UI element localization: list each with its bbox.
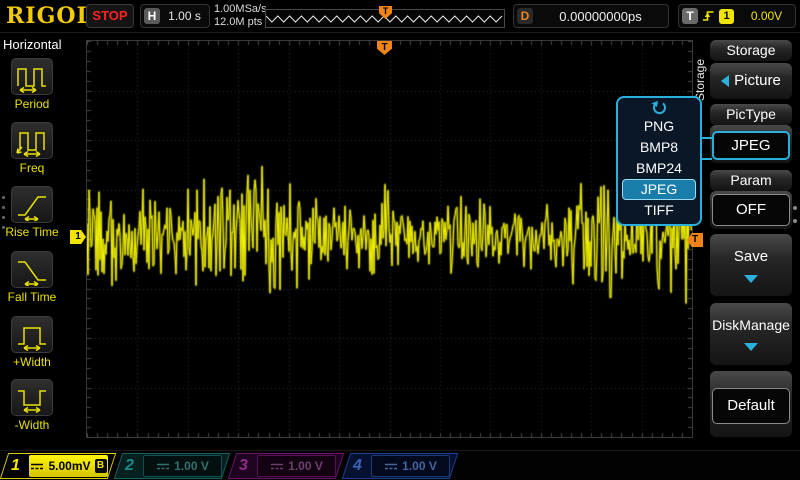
dc-coupling-icon [384,462,398,471]
measure-item-fall[interactable]: Fall Time [0,251,64,304]
measure-item-pwidth[interactable]: +Width [0,316,64,369]
pictype-header: PicType [710,104,792,125]
diskmanage-button[interactable]: DiskManage [710,303,792,365]
measure-item-period[interactable]: Period [0,58,64,111]
param-header: Param [710,170,792,191]
bandwidth-limit-badge: B [95,459,107,473]
channel-number: 1 [11,457,20,475]
oscilloscope-screen: RIGOL STOP H 1.00 s 1.00MSa/s 12.0M pts … [0,0,800,480]
pictype-popup: PNGBMP8BMP24JPEGTIFF [616,96,702,226]
down-arrow-icon [744,275,758,283]
measure-item-label: Fall Time [0,290,64,304]
pictype-option-jpeg[interactable]: JPEG [622,179,696,200]
channel-4-indicator[interactable]: 4 1.00 V [342,453,458,479]
channel-number: 2 [125,457,134,475]
pictype-option-tiff[interactable]: TIFF [618,200,700,221]
h-badge: H [144,8,160,24]
pictype-option-png[interactable]: PNG [618,116,700,137]
memory-depth: 12.0M pts [214,16,267,29]
channel-number: 4 [353,457,362,475]
acquisition-info: 1.00MSa/s 12.0M pts [214,3,267,29]
pictype-option-bmp8[interactable]: BMP8 [618,137,700,158]
save-button[interactable]: Save [710,234,792,296]
period-icon[interactable] [11,58,53,95]
channel-1-indicator[interactable]: 1 5.00mV B [0,453,116,479]
storage-menu-title: Storage [710,40,792,61]
pictype-value-button[interactable]: JPEG [712,131,790,160]
measure-item-label: +Width [0,355,64,369]
trigger-info-box[interactable]: T 1 0.00V [678,4,796,28]
measure-item-label: Freq [0,161,64,175]
graticule-display [86,40,693,438]
minus-width-icon[interactable] [11,379,53,416]
rotate-ccw-icon [618,98,700,116]
measure-menu: Horizontal Period Freq Rise Time Fall Time +… [0,33,64,450]
pictype-option-bmp24[interactable]: BMP24 [618,158,700,179]
delay-badge: D [517,8,533,24]
down-arrow-icon [744,343,758,351]
trigger-source-badge: 1 [719,9,734,24]
horizontal-timebase-box[interactable]: H 1.00 s [140,4,210,28]
channel-status-bar: 1 5.00mV B 2 1.00 V 3 1.00 V 4 1.00 V [0,450,800,480]
channel-volts-per-div: 5.00mV [48,459,90,473]
channel-number: 3 [239,457,248,475]
channel1-offset-marker[interactable]: 1 [70,230,86,244]
storage-menu-page-dots [793,206,797,232]
channel-volts-per-div: 1.00 V [402,459,437,473]
default-section: Default [710,371,792,437]
measure-menu-page-dots [2,196,5,236]
measure-item-rise[interactable]: Rise Time [0,186,64,239]
rise-time-icon[interactable] [11,186,53,223]
freq-icon[interactable] [11,122,53,159]
waveform-overview-strip[interactable]: T [265,9,505,28]
default-button[interactable]: Default [712,388,790,424]
delay-value: 0.00000000ps [533,9,668,24]
measure-item-label: Rise Time [0,225,64,239]
measure-menu-title: Horizontal [3,37,62,52]
trigger-delay-box[interactable]: D 0.00000000ps [513,4,669,28]
picture-button[interactable]: Picture [710,63,792,99]
run-state-indicator[interactable]: STOP [86,4,134,28]
fall-time-icon[interactable] [11,251,53,288]
channel-3-indicator[interactable]: 3 1.00 V [228,453,344,479]
pictype-section: JPEG [710,125,792,163]
measure-item-freq[interactable]: Freq [0,122,64,175]
storage-menu: Storage Storage Picture PicType JPEG Par… [692,33,800,450]
trigger-level-value: 0.00V [738,9,795,23]
measure-item-label: -Width [0,418,64,432]
top-status-bar: RIGOL STOP H 1.00 s 1.00MSa/s 12.0M pts … [0,0,800,33]
measure-item-label: Period [0,97,64,111]
dc-coupling-icon [30,462,44,471]
channel-2-indicator[interactable]: 2 1.00 V [114,453,230,479]
param-value-button[interactable]: OFF [712,194,790,226]
channel-volts-per-div: 1.00 V [288,459,323,473]
plus-width-icon[interactable] [11,316,53,353]
left-arrow-icon [721,75,729,87]
waveform-canvas [87,41,692,437]
rigol-logo: RIGOL [6,3,93,29]
measure-item-nwidth[interactable]: -Width [0,379,64,432]
rising-edge-icon [702,9,715,23]
param-section: OFF [710,191,792,229]
channel-volts-per-div: 1.00 V [174,459,209,473]
dc-coupling-icon [156,462,170,471]
sample-rate: 1.00MSa/s [214,3,267,16]
trigger-badge: T [682,8,698,24]
dc-coupling-icon [270,462,284,471]
timebase-value: 1.00 s [160,9,209,23]
